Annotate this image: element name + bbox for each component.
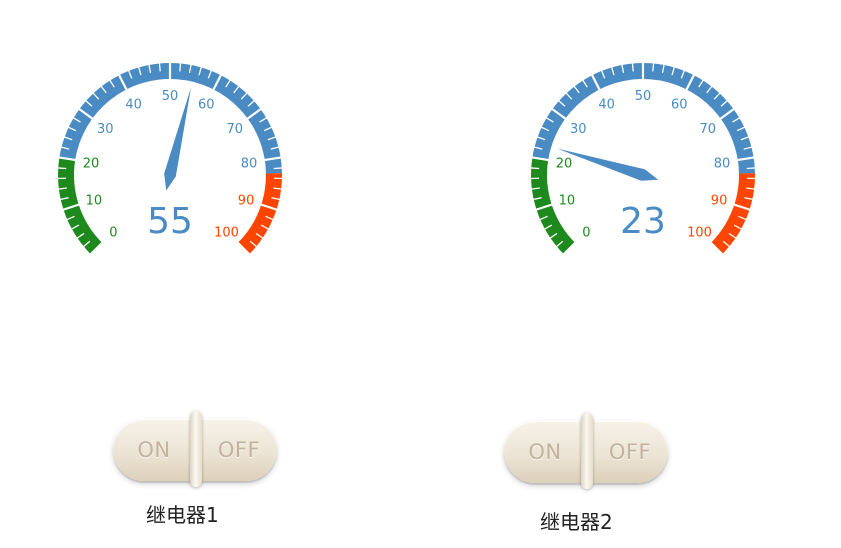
gauge-1-tick-label: 60 <box>198 98 215 113</box>
relay-1-toggle[interactable]: ON OFF <box>113 411 277 487</box>
relay-1-off-button[interactable]: OFF <box>201 419 277 481</box>
gauge-1-tick-label: 20 <box>83 156 100 171</box>
gauge-2-value-readout: 23 <box>620 201 666 242</box>
gauge-2-band-3 <box>710 173 755 255</box>
relay-2-on-button[interactable]: ON <box>504 421 586 483</box>
gauge-2: 0 10 20 30 40 50 60 70 80 90 100 23 <box>493 0 793 290</box>
gauge-2-tick-label: 40 <box>598 98 615 113</box>
gauge-2-tick-label: 50 <box>635 89 652 104</box>
gauge-2-tick-label: 80 <box>714 156 731 171</box>
gauge-2-tick-label: 10 <box>559 194 576 209</box>
gauge-2-tick-label: 60 <box>671 98 688 113</box>
gauge-2-tick <box>746 167 756 170</box>
relay-2-label: 继电器2 <box>540 510 613 534</box>
gauge-1-tick <box>179 62 182 72</box>
gauge-2-tick-label: 100 <box>687 226 712 241</box>
gauge-1-tick-label: 10 <box>86 194 103 209</box>
gauge-1-tick-label: 0 <box>109 226 117 241</box>
gauge-1: 0 10 20 30 40 50 60 70 80 90 100 55 <box>20 0 320 290</box>
gauge-1-tick <box>57 167 67 170</box>
relay-2-off-button[interactable]: OFF <box>592 421 668 483</box>
relay-1-on-button[interactable]: ON <box>113 419 195 481</box>
gauge-1-tick-label: 100 <box>214 226 239 241</box>
relay-2-toggle-handle[interactable] <box>581 413 593 489</box>
relay-1-toggle-handle[interactable] <box>190 411 202 487</box>
gauge-2-tick <box>530 167 540 170</box>
gauge-2-tick-label: 20 <box>556 156 573 171</box>
relay-2-toggle[interactable]: ON OFF <box>504 413 668 489</box>
gauge-2-tick-label: 0 <box>582 226 590 241</box>
gauge-2-tick-label: 70 <box>699 122 716 137</box>
gauge-2-tick-label: 90 <box>711 194 728 209</box>
gauge-1-tick-label: 30 <box>97 122 114 137</box>
gauge-1-tick-label: 80 <box>241 156 258 171</box>
gauge-2-tick <box>652 62 655 72</box>
gauge-1-tick-label: 70 <box>226 122 243 137</box>
gauge-1-tick-label: 50 <box>162 89 179 104</box>
gauge-2-tick <box>631 62 634 72</box>
gauge-1-tick <box>273 167 283 170</box>
relay-1-label: 继电器1 <box>146 503 219 527</box>
gauge-1-dial: 0 10 20 30 40 50 60 70 80 90 100 55 <box>57 62 283 256</box>
gauge-1-tick <box>158 62 161 72</box>
gauge-1-tick-label: 40 <box>125 98 142 113</box>
gauge-2-tick-label: 30 <box>570 122 587 137</box>
gauge-2-dial: 0 10 20 30 40 50 60 70 80 90 100 23 <box>530 62 756 256</box>
gauge-1-tick-label: 90 <box>238 194 255 209</box>
gauge-1-value-readout: 55 <box>147 201 193 242</box>
gauge-1-band-3 <box>237 173 282 255</box>
